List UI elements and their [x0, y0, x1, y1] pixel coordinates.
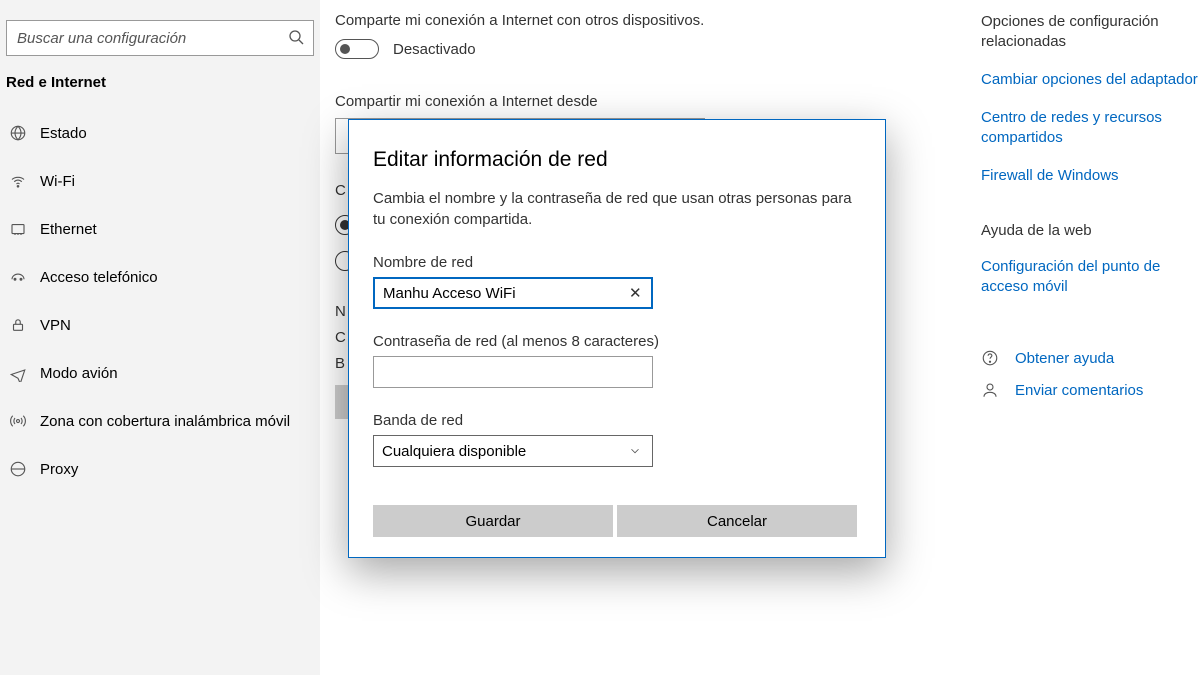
sidebar-item-label: Zona con cobertura inalámbrica móvil	[40, 413, 290, 430]
share-toggle-row: Desactivado	[335, 39, 975, 59]
settings-sidebar: Red e Internet Estado Wi-Fi Ethernet Acc…	[0, 0, 320, 675]
share-toggle[interactable]	[335, 39, 379, 59]
share-from-label: Compartir mi conexión a Internet desde	[335, 93, 975, 110]
link-firewall[interactable]: Firewall de Windows	[981, 166, 1200, 186]
network-password-label: Contraseña de red (al menos 8 caracteres…	[373, 333, 861, 350]
search-input[interactable]	[6, 20, 314, 56]
proxy-icon	[6, 460, 30, 478]
feedback-label: Enviar comentarios	[1015, 382, 1143, 399]
get-help-link[interactable]: Obtener ayuda	[981, 349, 1200, 367]
search-wrap	[6, 20, 314, 56]
sidebar-item-estado[interactable]: Estado	[0, 109, 320, 157]
search-icon	[288, 29, 304, 48]
sidebar-item-wifi[interactable]: Wi-Fi	[0, 157, 320, 205]
dialup-icon	[6, 268, 30, 286]
link-hotspot-config[interactable]: Configuración del punto de acceso móvil	[981, 257, 1200, 297]
network-name-input[interactable]	[373, 277, 653, 309]
airplane-icon	[6, 364, 30, 382]
ethernet-icon	[6, 220, 30, 238]
sidebar-item-proxy[interactable]: Proxy	[0, 445, 320, 493]
sidebar-item-label: Ethernet	[40, 221, 97, 238]
category-title: Red e Internet	[6, 74, 320, 91]
dialog-description: Cambia el nombre y la contraseña de red …	[373, 188, 861, 230]
toggle-state-label: Desactivado	[393, 41, 476, 58]
feedback-link[interactable]: Enviar comentarios	[981, 381, 1200, 399]
sidebar-item-vpn[interactable]: VPN	[0, 301, 320, 349]
sidebar-item-ethernet[interactable]: Ethernet	[0, 205, 320, 253]
globe-icon	[6, 124, 30, 142]
network-band-label: Banda de red	[373, 412, 861, 429]
sidebar-item-label: VPN	[40, 317, 71, 334]
help-icon	[981, 349, 999, 367]
right-pane: Opciones de configuración relacionadas C…	[981, 0, 1200, 675]
sidebar-item-label: Modo avión	[40, 365, 118, 382]
clear-input-icon[interactable]: ✕	[629, 284, 642, 302]
sidebar-item-airplane[interactable]: Modo avión	[0, 349, 320, 397]
network-band-value: Cualquiera disponible	[382, 443, 526, 460]
sidebar-item-label: Wi-Fi	[40, 173, 75, 190]
link-network-center[interactable]: Centro de redes y recursos compartidos	[981, 108, 1200, 148]
wifi-icon	[6, 172, 30, 190]
chevron-down-icon	[628, 444, 642, 462]
get-help-label: Obtener ayuda	[1015, 350, 1114, 367]
sidebar-nav: Estado Wi-Fi Ethernet Acceso telefónico …	[0, 109, 320, 493]
network-band-select[interactable]: Cualquiera disponible	[373, 435, 653, 467]
sidebar-item-label: Acceso telefónico	[40, 269, 158, 286]
sidebar-item-label: Proxy	[40, 461, 78, 478]
share-description: Comparte mi conexión a Internet con otro…	[335, 12, 975, 29]
vpn-icon	[6, 316, 30, 334]
sidebar-item-label: Estado	[40, 125, 87, 142]
web-help-heading: Ayuda de la web	[981, 222, 1200, 239]
save-button[interactable]: Guardar	[373, 505, 613, 537]
sidebar-item-hotspot[interactable]: Zona con cobertura inalámbrica móvil	[0, 397, 320, 445]
cancel-button[interactable]: Cancelar	[617, 505, 857, 537]
dialog-title: Editar información de red	[373, 148, 861, 172]
network-name-label: Nombre de red	[373, 254, 861, 271]
network-password-input[interactable]	[373, 356, 653, 388]
sidebar-item-dialup[interactable]: Acceso telefónico	[0, 253, 320, 301]
edit-network-dialog: Editar información de red Cambia el nomb…	[348, 119, 886, 558]
link-adapter-options[interactable]: Cambiar opciones del adaptador	[981, 70, 1200, 90]
hotspot-icon	[6, 412, 30, 430]
related-heading: Opciones de configuración relacionadas	[981, 12, 1200, 52]
feedback-icon	[981, 381, 999, 399]
